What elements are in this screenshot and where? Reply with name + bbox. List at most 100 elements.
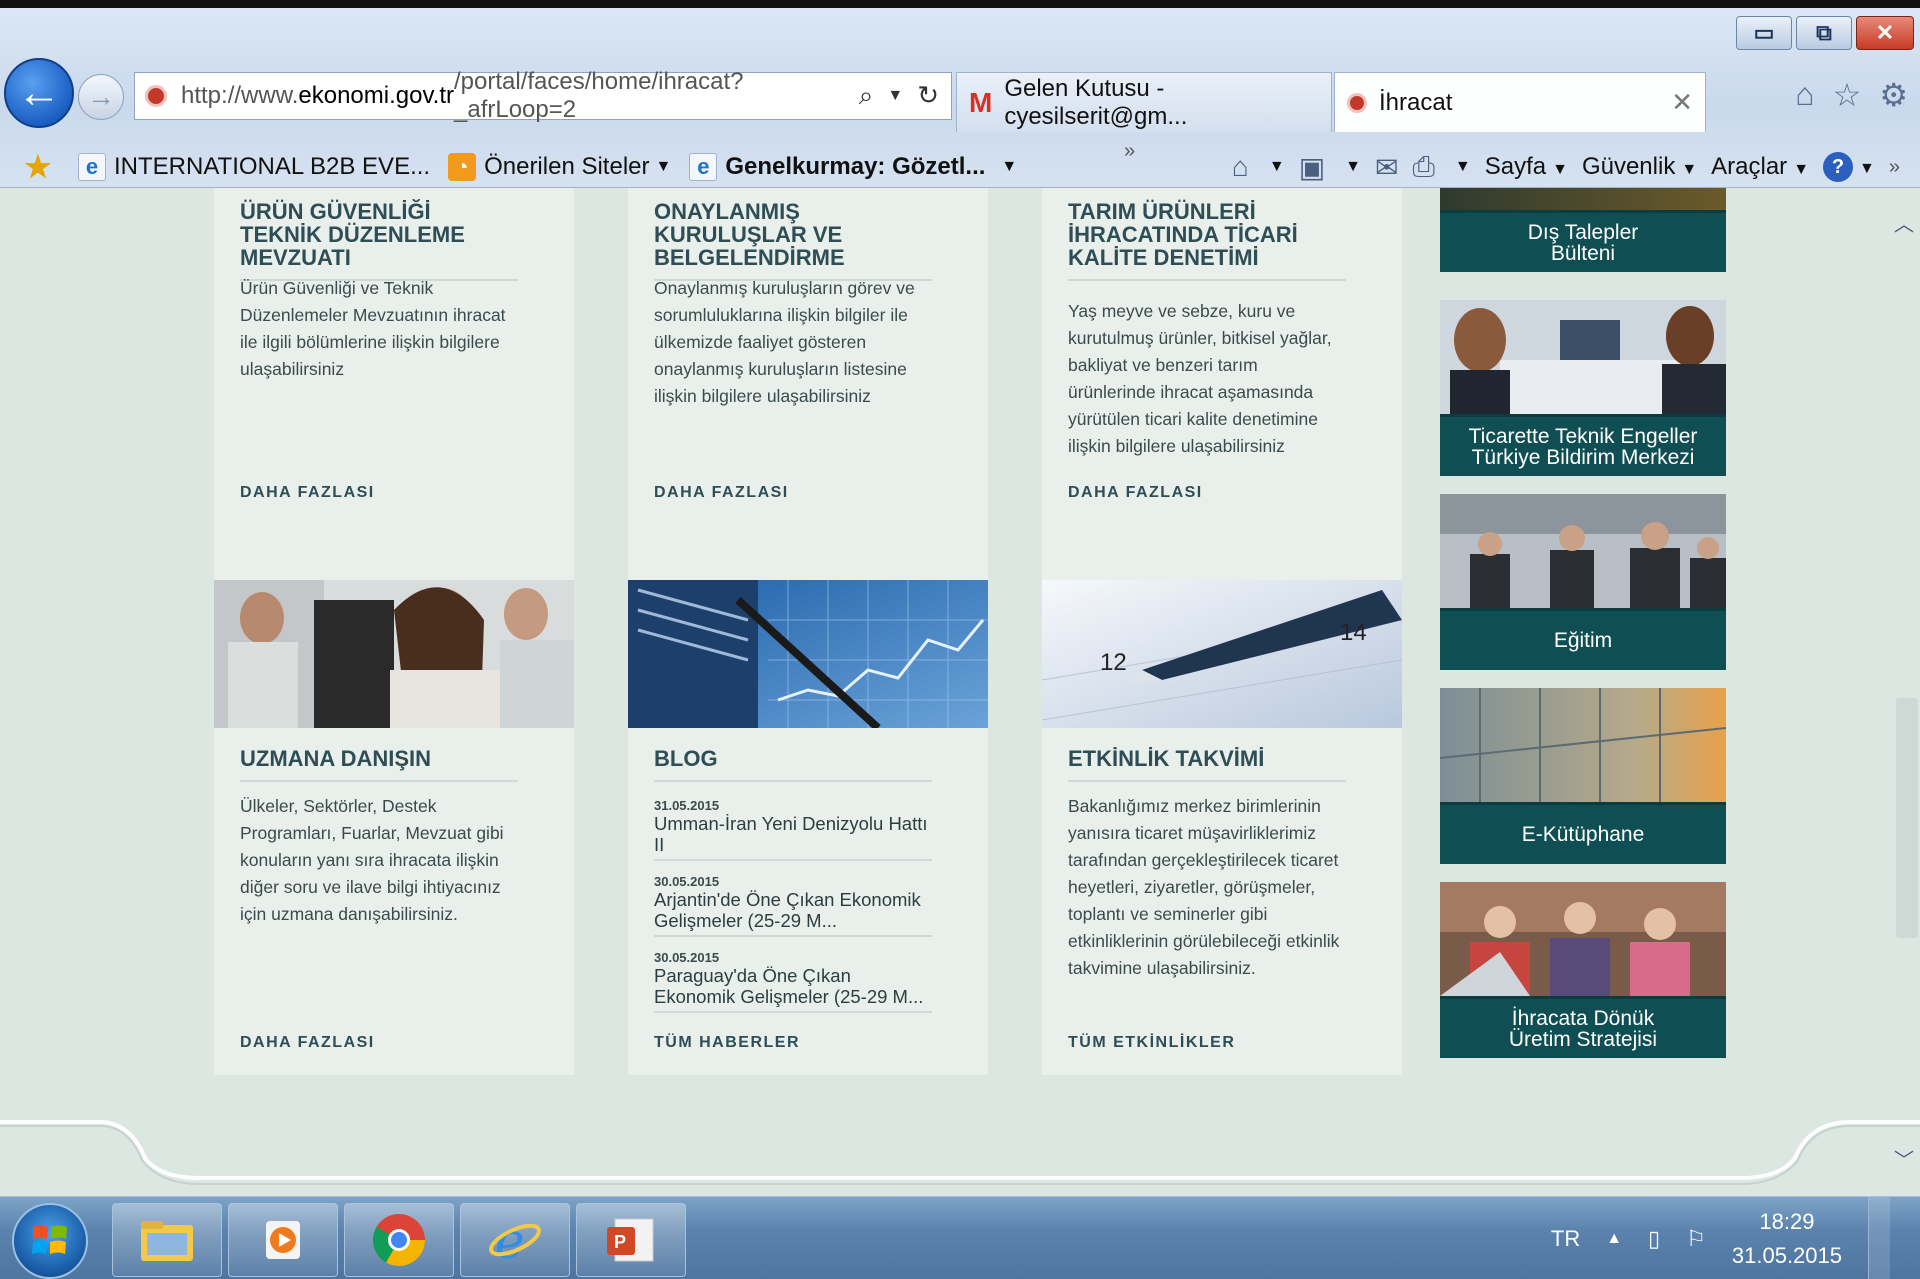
blog-item-title[interactable]: Arjantin'de Öne Çıkan Ekonomik Gelişmele…	[654, 889, 932, 931]
svg-text:14: 14	[1340, 619, 1367, 646]
suggested-sites-icon: ◔	[448, 153, 477, 181]
more-link[interactable]: DAHA FAZLASI	[240, 1034, 375, 1052]
tools-menu[interactable]: Araçlar ▼	[1711, 153, 1809, 181]
card-ask-expert: UZMANA DANIŞIN Ülkeler, Sektörler, Deste…	[214, 580, 574, 1075]
battery-icon[interactable]: ▯	[1648, 1226, 1660, 1252]
blog-item[interactable]: 30.05.2015 Paraguay'da Öne Çıkan Ekonomi…	[654, 950, 932, 1013]
blog-item-date: 30.05.2015	[654, 950, 720, 965]
forward-button[interactable]: →	[78, 74, 124, 120]
sidebar-item-export-strategy[interactable]: İhracata Dönük Üretim Stratejisi	[1440, 882, 1726, 1058]
chevron-down-icon[interactable]: ▼	[1455, 158, 1471, 176]
restore-button[interactable]: ⧉	[1796, 16, 1852, 50]
sidebar-item-education[interactable]: Eğitim	[1440, 494, 1726, 670]
action-center-flag-icon[interactable]: ⚐	[1686, 1226, 1706, 1252]
favorite-label: Genelkurmay: Gözetl...	[725, 153, 986, 180]
gear-icon[interactable]: ⚙	[1879, 76, 1908, 114]
meeting-image	[1440, 300, 1726, 414]
all-news-link[interactable]: TÜM HABERLER	[654, 1034, 800, 1052]
back-button[interactable]: ←	[4, 58, 74, 128]
back-arrow-icon: ←	[17, 68, 61, 117]
taskbar-powerpoint[interactable]: P	[576, 1203, 686, 1277]
sidebar-item-tbt[interactable]: Ticarette Teknik Engeller Türkiye Bildir…	[1440, 300, 1726, 476]
safety-menu[interactable]: Güvenlik ▼	[1582, 153, 1697, 181]
ie-page-icon: e	[78, 153, 106, 181]
screen-top-border	[0, 0, 1920, 8]
minimize-button[interactable]: ▭	[1736, 16, 1792, 50]
browser-chrome: ▭ ⧉ ✕ ← → http://www. ekonomi.gov.tr/port…	[0, 8, 1920, 188]
command-bar: ⌂ ▼ ▣ ▼ ✉ ⎙ ▼ Sayfa ▼ Güvenlik ▼ Araçlar ▼ ? ▼ …	[1232, 140, 1920, 194]
scroll-up-icon[interactable]: ︿	[1894, 208, 1914, 237]
address-bar[interactable]: http://www. ekonomi.gov.tr/portal/faces/h…	[134, 68, 952, 123]
url-prefix: http://www.	[181, 82, 299, 109]
ie-page-icon: e	[689, 153, 718, 181]
clock[interactable]: 18:29 31.05.2015	[1732, 1205, 1842, 1273]
search-icon[interactable]: ⌕	[859, 80, 874, 112]
sidebar-label: E-Kütüphane	[1440, 802, 1726, 864]
sidebar-label: Dış Talepler Bülteni	[1440, 210, 1726, 272]
taskbar-explorer[interactable]	[112, 1203, 222, 1277]
overflow-chevron-icon[interactable]: »	[1889, 156, 1900, 179]
blog-item-title[interactable]: Umman-İran Yeni Denizyolu Hattı II	[654, 813, 932, 855]
financial-chart-image	[628, 580, 988, 728]
more-link[interactable]: DAHA FAZLASI	[1068, 484, 1203, 502]
chevron-down-icon[interactable]: ▼	[1269, 158, 1285, 176]
tab-gmail[interactable]: M Gelen Kutusu - cyesilserit@gm...	[956, 72, 1332, 132]
card-title: TARIM ÜRÜNLERİ İHRACATINDA TİCARİ KALİTE…	[1068, 200, 1346, 281]
favorite-link-b2b[interactable]: e INTERNATIONAL B2B EVE...	[78, 153, 430, 181]
gmail-icon: M	[969, 86, 993, 118]
system-tray: TR ▲ ▯ ⚐ 18:29 31.05.2015	[1551, 1197, 1890, 1279]
powerpoint-icon: P	[607, 1218, 654, 1262]
media-player-icon	[266, 1221, 300, 1259]
more-link[interactable]: DAHA FAZLASI	[240, 484, 375, 502]
favorites-star-add[interactable]: ★	[24, 151, 60, 184]
tab-label: İhracat	[1379, 88, 1453, 116]
seminar-image	[1440, 494, 1726, 608]
home-icon[interactable]: ⌂	[1232, 151, 1249, 183]
folder-icon	[141, 1221, 193, 1261]
help-menu[interactable]: ? ▼	[1823, 152, 1875, 183]
blog-item[interactable]: 30.05.2015 Arjantin'de Öne Çıkan Ekonomi…	[654, 874, 932, 937]
more-link[interactable]: DAHA FAZLASI	[654, 484, 789, 502]
feeds-icon[interactable]: ▣	[1299, 151, 1325, 184]
mail-icon[interactable]: ✉	[1375, 151, 1398, 184]
sidebar-label: Eğitim	[1440, 608, 1726, 670]
blog-item[interactable]: 31.05.2015 Umman-İran Yeni Denizyolu Hat…	[654, 798, 932, 861]
favorite-link-suggested[interactable]: ◔ Önerilen Siteler ▼	[448, 153, 671, 181]
sidebar-label: İhracata Dönük Üretim Stratejisi	[1440, 996, 1726, 1058]
page-scrollbar[interactable]: ︿ ﹀	[1888, 188, 1920, 1196]
favorite-link-genelkurmay[interactable]: e Genelkurmay: Gözetl... ▼	[689, 153, 1017, 181]
language-indicator[interactable]: TR	[1551, 1226, 1580, 1252]
dropdown-arrow-icon[interactable]: ▼	[887, 87, 903, 105]
card-title: ONAYLANMIŞ KURULUŞLAR VE BELGELENDİRME	[654, 200, 932, 281]
print-icon[interactable]: ⎙	[1412, 151, 1434, 184]
page-menu[interactable]: Sayfa ▼	[1485, 153, 1568, 181]
scrollbar-thumb[interactable]	[1896, 698, 1918, 938]
close-tab-icon[interactable]: ✕	[1671, 87, 1693, 118]
taskbar-internet-explorer[interactable]: e	[460, 1203, 570, 1277]
site-favicon-icon	[145, 85, 167, 107]
favorites-star-icon[interactable]: ☆	[1833, 76, 1862, 114]
sidebar-item-elibrary[interactable]: E-Kütüphane	[1440, 688, 1726, 864]
blog-item-title[interactable]: Paraguay'da Öne Çıkan Ekonomik Gelişmele…	[654, 965, 932, 1007]
workers-image	[1440, 882, 1726, 996]
tab-ihracat[interactable]: İhracat ✕	[1334, 72, 1706, 132]
home-icon[interactable]: ⌂	[1795, 76, 1814, 114]
taskbar-media-player[interactable]	[228, 1203, 338, 1277]
show-hidden-icons-icon[interactable]: ▲	[1606, 1230, 1622, 1248]
overflow-chevron-icon[interactable]: »	[1124, 140, 1135, 163]
card-text: Ürün Güvenliği ve Teknik Düzenlemeler Me…	[240, 278, 506, 379]
start-button[interactable]	[12, 1203, 88, 1279]
sidebar-item-foreign-demands[interactable]: Dış Talepler Bülteni	[1440, 188, 1726, 272]
refresh-icon[interactable]: ↻	[917, 80, 939, 112]
chevron-down-icon[interactable]: ▼	[1345, 158, 1361, 176]
scroll-down-icon[interactable]: ﹀	[1894, 1144, 1914, 1173]
all-events-link[interactable]: TÜM ETKİNLİKLER	[1068, 1034, 1235, 1052]
show-desktop-button[interactable]	[1868, 1197, 1890, 1279]
chrome-icon	[373, 1214, 425, 1266]
taskbar-chrome[interactable]	[344, 1203, 454, 1277]
card-title: ÜRÜN GÜVENLİĞİ TEKNİK DÜZENLEME MEVZUATI	[240, 200, 518, 281]
card-events: 12 14 ETKİNLİK TAKVİMİ Bakanlığımız merk…	[1042, 580, 1402, 1075]
close-window-button[interactable]: ✕	[1856, 16, 1914, 50]
taskbar: e P TR ▲ ▯ ⚐ 18:29 31.05.2015	[0, 1196, 1920, 1279]
sidebar-label: Ticarette Teknik Engeller Türkiye Bildir…	[1440, 414, 1726, 476]
